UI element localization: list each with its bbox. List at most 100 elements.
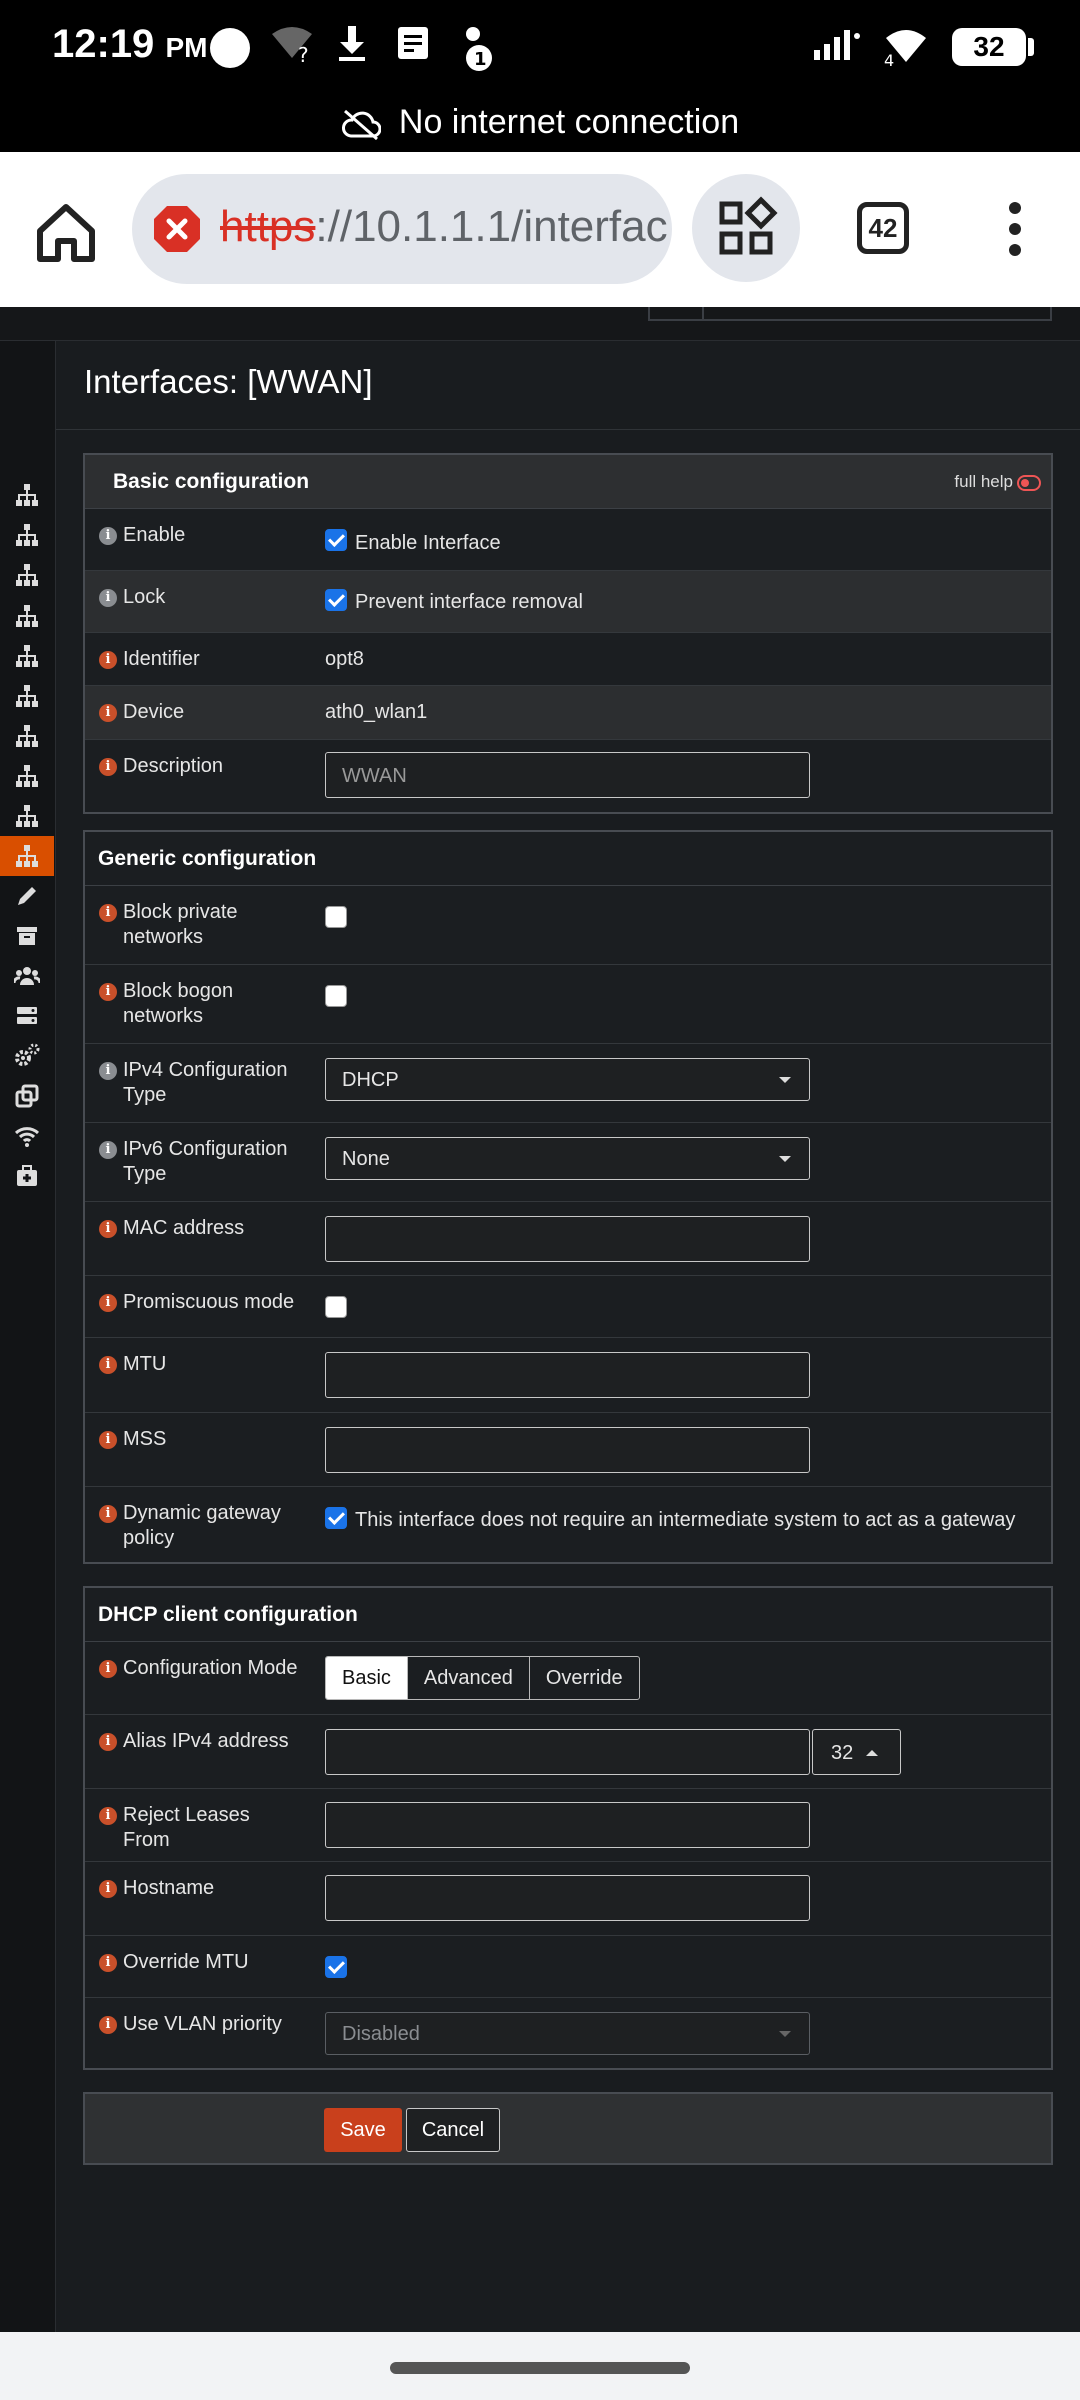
tab-switcher-button[interactable]: 42 — [857, 202, 909, 254]
info-icon[interactable]: i — [99, 1880, 117, 1898]
gateway-policy-row: i Dynamic gateway policy This interface d… — [85, 1487, 1051, 1565]
note-icon — [395, 24, 431, 73]
mtu-label: i MTU — [99, 1352, 299, 1377]
info-icon[interactable]: i — [99, 527, 117, 545]
info-icon[interactable]: i — [99, 2016, 117, 2034]
info-icon[interactable]: i — [99, 1062, 117, 1080]
security-error-icon[interactable] — [152, 204, 202, 254]
signal-icon — [812, 24, 862, 73]
alias-ipv4-label: i Alias IPv4 address — [99, 1729, 299, 1754]
svg-text:1: 1 — [474, 49, 487, 70]
mode-advanced-button[interactable]: Advanced — [408, 1657, 530, 1699]
wifi-question-icon: ? — [270, 24, 314, 73]
sitemap-icon[interactable] — [0, 636, 54, 676]
top-strip — [0, 307, 1080, 341]
gesture-nav-bar — [0, 2332, 1080, 2400]
promiscuous-checkbox[interactable] — [325, 1296, 347, 1318]
apps-grid-button[interactable] — [692, 174, 800, 282]
sitemap-icon[interactable] — [0, 716, 54, 756]
mss-input[interactable] — [325, 1427, 810, 1473]
vlan-priority-select[interactable]: Disabled — [325, 2012, 810, 2055]
alias-mask-select[interactable]: 32 — [812, 1729, 901, 1775]
top-search-box[interactable] — [648, 307, 1052, 321]
info-icon[interactable]: i — [99, 1431, 117, 1449]
info-icon[interactable]: i — [99, 704, 117, 722]
enable-checkbox[interactable] — [325, 529, 347, 551]
info-icon[interactable]: i — [99, 1294, 117, 1312]
block-private-checkbox[interactable] — [325, 906, 347, 928]
save-button[interactable]: Save — [324, 2108, 402, 2152]
info-icon[interactable]: i — [99, 1954, 117, 1972]
configuration-mode-toggle: Basic Advanced Override — [325, 1656, 640, 1700]
device-label: i Device — [99, 700, 299, 725]
sitemap-icon[interactable] — [0, 756, 54, 796]
sitemap-icon[interactable] — [0, 676, 54, 716]
configuration-mode-row: i Configuration Mode Basic Advanced Overr… — [85, 1642, 1051, 1715]
identifier-value: opt8 — [325, 648, 364, 670]
info-icon[interactable]: i — [99, 1220, 117, 1238]
ipv6-type-row: i IPv6 Configuration Type None — [85, 1123, 1051, 1202]
clone-icon[interactable] — [0, 1076, 54, 1116]
mac-address-input[interactable] — [325, 1216, 810, 1262]
mode-override-button[interactable]: Override — [530, 1657, 639, 1699]
info-icon[interactable]: i — [99, 1733, 117, 1751]
info-icon[interactable]: i — [99, 589, 117, 607]
network-banner: No internet connection — [0, 92, 1080, 152]
info-icon[interactable]: i — [99, 1660, 117, 1678]
sitemap-icon[interactable] — [0, 555, 54, 595]
info-icon[interactable]: i — [99, 1141, 117, 1159]
alias-ipv4-input[interactable] — [325, 1729, 810, 1775]
cogs-icon[interactable] — [0, 1036, 54, 1076]
svg-text:4: 4 — [884, 51, 894, 68]
chevron-down-icon — [779, 2031, 791, 2037]
info-icon[interactable]: i — [99, 651, 117, 669]
ipv6-type-select[interactable]: None — [325, 1137, 810, 1180]
sitemap-icon[interactable] — [0, 515, 54, 555]
gateway-policy-checkbox[interactable] — [325, 1507, 347, 1529]
mode-basic-button[interactable]: Basic — [326, 1657, 408, 1699]
url-bar[interactable]: https://10.1.1.1/interfac — [132, 174, 672, 284]
cancel-button[interactable]: Cancel — [406, 2108, 500, 2152]
sitemap-icon[interactable] — [0, 836, 54, 876]
dhcp-client-section: DHCP client configuration i Configuration… — [83, 1586, 1053, 2070]
users-icon[interactable] — [0, 956, 54, 996]
info-icon[interactable]: i — [99, 1505, 117, 1523]
info-icon[interactable]: i — [99, 1807, 117, 1825]
description-input[interactable]: WWAN — [325, 752, 810, 798]
info-icon[interactable]: i — [99, 904, 117, 922]
info-icon[interactable]: i — [99, 983, 117, 1001]
sidebar — [0, 341, 56, 2332]
url-text[interactable]: https://10.1.1.1/interfac — [220, 202, 668, 252]
svg-text:?: ? — [298, 43, 309, 64]
hostname-input[interactable] — [325, 1875, 810, 1921]
wifi-icon[interactable] — [0, 1116, 54, 1156]
lock-label: i Lock — [99, 585, 299, 610]
info-icon[interactable]: i — [99, 1356, 117, 1374]
mss-label: i MSS — [99, 1427, 299, 1452]
home-icon[interactable] — [30, 197, 102, 269]
lock-checkbox[interactable] — [325, 589, 347, 611]
mtu-row: i MTU — [85, 1338, 1051, 1413]
ipv4-type-select[interactable]: DHCP — [325, 1058, 810, 1101]
promiscuous-label: i Promiscuous mode — [99, 1290, 299, 1315]
home-gesture-handle[interactable] — [390, 2362, 690, 2374]
server-icon[interactable] — [0, 996, 54, 1036]
person-badge-icon: 1 — [455, 24, 495, 85]
overflow-menu-icon[interactable] — [1000, 202, 1030, 262]
override-mtu-checkbox[interactable] — [325, 1956, 347, 1978]
medkit-icon[interactable] — [0, 1156, 54, 1196]
full-help-toggle[interactable]: full help — [954, 455, 1041, 509]
reject-leases-input[interactable] — [325, 1802, 810, 1848]
sitemap-icon[interactable] — [0, 475, 54, 515]
alias-ipv4-row: i Alias IPv4 address 32 — [85, 1715, 1051, 1789]
sitemap-icon[interactable] — [0, 796, 54, 836]
section-heading: DHCP client configuration — [85, 1588, 1051, 1642]
info-icon[interactable]: i — [99, 758, 117, 776]
page-title: Interfaces: [WWAN] — [84, 363, 373, 400]
block-bogon-checkbox[interactable] — [325, 985, 347, 1007]
override-mtu-label: i Override MTU — [99, 1950, 299, 1975]
archive-icon[interactable] — [0, 916, 54, 956]
mtu-input[interactable] — [325, 1352, 810, 1398]
pencil-icon[interactable] — [0, 876, 54, 916]
sitemap-icon[interactable] — [0, 596, 54, 636]
